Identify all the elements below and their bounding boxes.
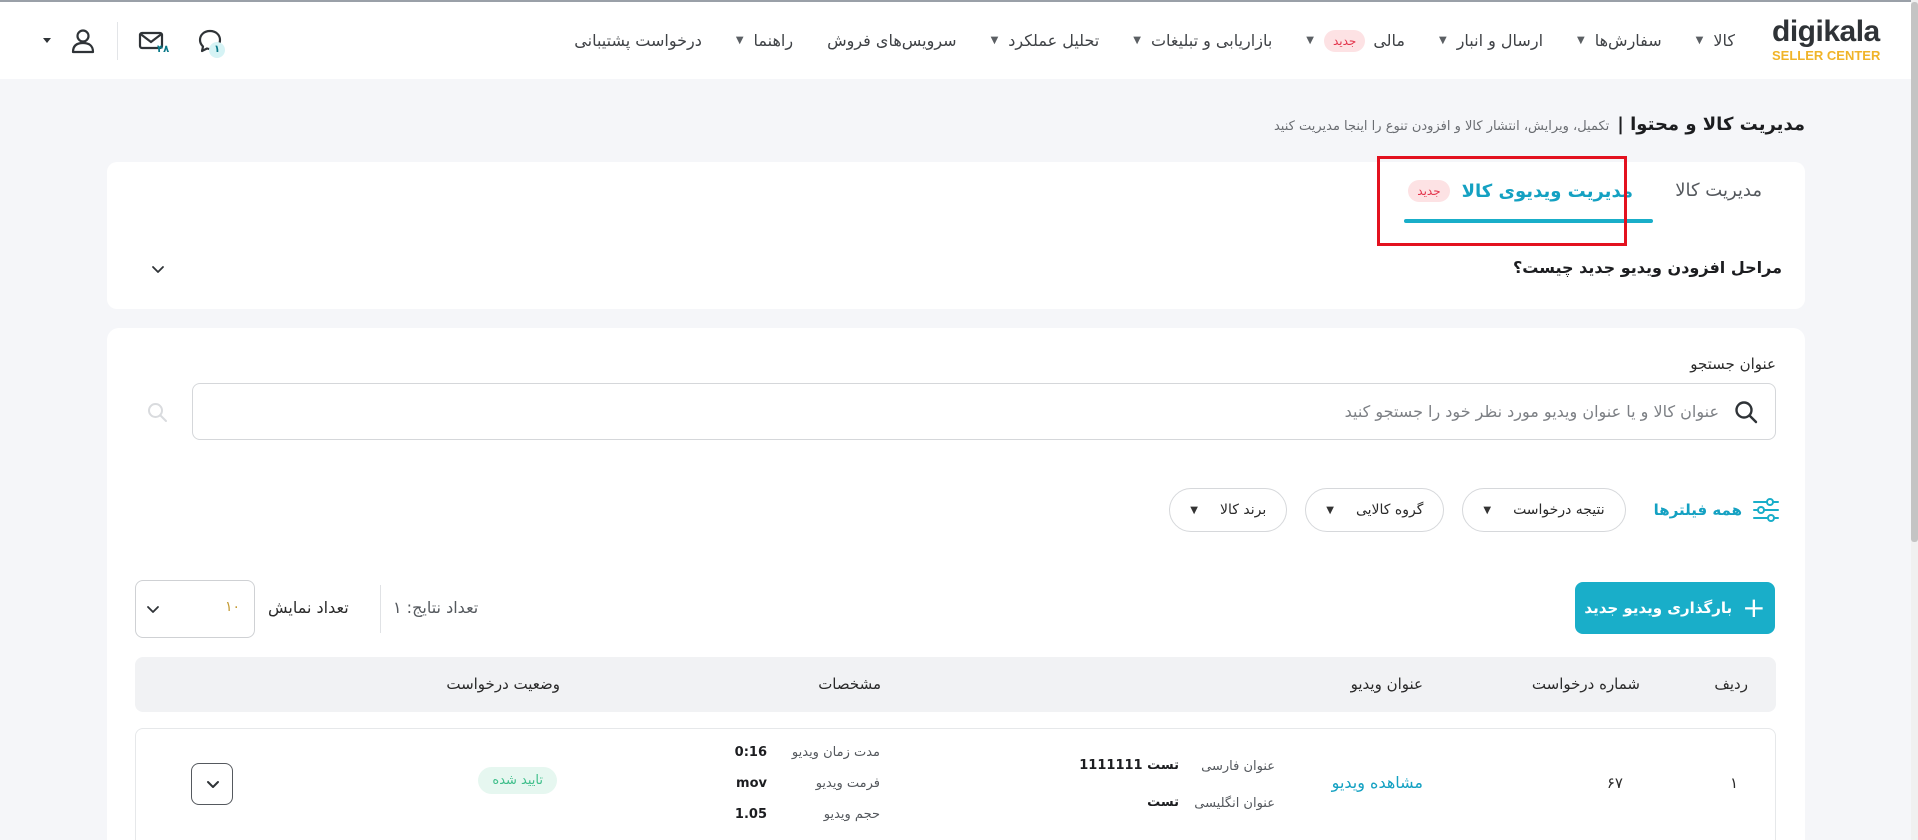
digikala-logo[interactable]: digikala SELLER CENTER xyxy=(1772,16,1882,64)
new-badge: جدید xyxy=(1323,29,1366,52)
col-request-number: شماره درخواست xyxy=(1531,675,1640,693)
page-size-select[interactable]: ۱۰ xyxy=(135,580,255,638)
messages-count: ۴۸ xyxy=(157,44,170,55)
nav-item-label: سفارش‌ها xyxy=(1594,31,1662,50)
page-size-label: تعداد نمایش xyxy=(268,598,349,617)
filter-request-result[interactable]: نتیجه درخواست ▼ xyxy=(1462,488,1626,532)
nav-item-1[interactable]: سفارش‌ها ▼ xyxy=(1577,31,1662,50)
status-badge: تایید شده xyxy=(478,767,557,794)
caret-down-icon: ▼ xyxy=(1190,504,1198,516)
caret-down-icon: ▼ xyxy=(1306,35,1314,46)
nav-item-3[interactable]: مالی جدید ▼ xyxy=(1306,29,1405,52)
filter-brand[interactable]: برند کالا ▼ xyxy=(1169,488,1288,532)
nav-item-6[interactable]: سرویس‌های فروش xyxy=(827,31,956,50)
col-video-title: عنوان ویدیو xyxy=(1350,675,1423,693)
filter-label: برند کالا xyxy=(1220,502,1267,518)
highlight-box xyxy=(1377,156,1627,246)
caret-down-icon: ▼ xyxy=(1577,35,1585,46)
search-icon xyxy=(1735,401,1758,424)
col-status: وضعیت درخواست xyxy=(446,675,560,693)
col-specs: مشخصات xyxy=(818,675,881,693)
chevron-down-icon xyxy=(207,781,219,788)
filter-label: نتیجه درخواست xyxy=(1513,502,1605,518)
profile-button[interactable] xyxy=(68,26,100,58)
view-video-link[interactable]: مشاهده ویدیو xyxy=(1332,773,1423,792)
nav-item-label: سرویس‌های فروش xyxy=(827,31,957,50)
page-size-value: ۱۰ xyxy=(224,599,240,615)
upload-video-button[interactable]: + بارگذاری ویدیو جدید xyxy=(1575,582,1775,634)
filters-row: همه فیلترها نتیجه درخواست ▼ گروه کالایی … xyxy=(1151,488,1780,532)
cell-row: ۱ xyxy=(1729,774,1738,792)
nav-item-label: مالی xyxy=(1373,31,1405,50)
tab-product-management[interactable]: مدیریت کالا xyxy=(1675,180,1762,201)
nav-item-2[interactable]: ارسال و انبار ▼ xyxy=(1439,31,1543,50)
size-value: 1.05 xyxy=(734,807,767,822)
header-divider xyxy=(117,22,118,60)
caret-down-icon: ▼ xyxy=(1439,35,1447,46)
page-title-row: مدیریت کالا و محتوا | تکمیل، ویرایش، انت… xyxy=(1274,114,1805,135)
size-label: حجم ویدیو xyxy=(823,807,880,822)
search-box xyxy=(192,383,1776,440)
duration-label: مدت زمان ویدیو xyxy=(791,745,880,760)
notifications-count: ۱ xyxy=(209,42,225,58)
cell-request-number: ۶۷ xyxy=(1606,774,1623,792)
plus-icon: + xyxy=(1742,591,1766,624)
nav-item-label: تحلیل عملکرد xyxy=(1008,31,1100,50)
chevron-down-icon xyxy=(147,606,159,613)
en-title-label: عنوان انگلیسی xyxy=(1194,796,1275,811)
faq-toggle-label[interactable]: مراحل افزودن ویدیو جدید چیست؟ xyxy=(1513,258,1782,277)
table-header: ردیف شماره درخواست عنوان ویدیو مشخصات وض… xyxy=(135,657,1776,712)
search-label: عنوان جستجو xyxy=(1690,355,1776,373)
table-row: ۱ ۶۷ مشاهده ویدیو عنوان فارسی تست 111111… xyxy=(135,728,1776,840)
logo-text: digikala xyxy=(1772,15,1880,48)
nav-item-7[interactable]: راهنما ▼ xyxy=(736,31,793,50)
top-header: digikala SELLER CENTER کالا ▼ سفارش‌ها ▼ ارس… xyxy=(0,2,1918,79)
page-subtitle: تکمیل، ویرایش، انتشار کالا و افزودن تنوع… xyxy=(1273,119,1610,134)
nav-item-5[interactable]: تحلیل عملکرد ▼ xyxy=(991,31,1100,50)
nav-item-0[interactable]: کالا ▼ xyxy=(1696,31,1735,50)
filter-label: گروه کالایی xyxy=(1355,502,1424,518)
en-title-value: تست xyxy=(1147,795,1179,810)
fa-title-label: عنوان فارسی xyxy=(1201,759,1275,774)
caret-down-icon: ▼ xyxy=(1483,504,1492,516)
caret-down-icon: ▼ xyxy=(735,35,744,46)
chevron-down-icon[interactable] xyxy=(148,260,168,280)
notifications-button[interactable]: ۱ xyxy=(195,26,227,58)
nav-item-8[interactable]: درخواست پشتیبانی xyxy=(574,31,702,50)
upload-video-label: بارگذاری ویدیو جدید xyxy=(1584,599,1733,617)
format-value: mov xyxy=(736,776,767,791)
main-nav: کالا ▼ سفارش‌ها ▼ ارسال و انبار ▼ مالی جدید ▼ باز… xyxy=(540,2,1735,79)
duration-value: 0:16 xyxy=(734,745,767,760)
toolbar-divider xyxy=(380,585,381,633)
nav-item-4[interactable]: بازاریابی و تبلیغات ▼ xyxy=(1133,31,1272,50)
nav-item-label: کالا xyxy=(1713,31,1735,50)
page-title: مدیریت کالا و محتوا | xyxy=(1617,114,1805,135)
caret-down-icon: ▼ xyxy=(1133,35,1141,46)
nav-item-label: راهنما xyxy=(753,31,794,50)
user-icon xyxy=(71,29,95,54)
messages-button[interactable]: ۴۸ xyxy=(137,26,169,58)
caret-down-icon: ▼ xyxy=(1695,35,1704,46)
search-input[interactable] xyxy=(319,384,1719,439)
nav-item-label: درخواست پشتیبانی xyxy=(574,31,702,50)
filter-sliders-icon xyxy=(1753,498,1779,522)
all-filters-label: همه فیلترها xyxy=(1653,501,1742,519)
col-row: ردیف xyxy=(1714,675,1748,693)
logo-subtext: SELLER CENTER xyxy=(1772,48,1881,63)
row-expand-button[interactable] xyxy=(191,763,233,805)
caret-down-icon: ▼ xyxy=(990,35,999,46)
all-filters-button[interactable]: همه فیلترها xyxy=(1654,497,1780,523)
page-scrollbar-thumb[interactable] xyxy=(1911,2,1918,542)
results-count: تعداد نتایج: ۱ xyxy=(393,598,479,617)
fa-title-value: تست 1111111 xyxy=(1079,758,1179,773)
profile-caret-icon[interactable] xyxy=(42,37,52,45)
caret-down-icon: ▼ xyxy=(1326,504,1334,516)
nav-item-label: بازاریابی و تبلیغات xyxy=(1150,31,1273,50)
filter-product-group[interactable]: گروه کالایی ▼ xyxy=(1305,488,1445,532)
format-label: فرمت ویدیو xyxy=(815,776,880,791)
nav-item-label: ارسال و انبار xyxy=(1456,31,1544,50)
search-submit-icon[interactable] xyxy=(146,401,168,423)
